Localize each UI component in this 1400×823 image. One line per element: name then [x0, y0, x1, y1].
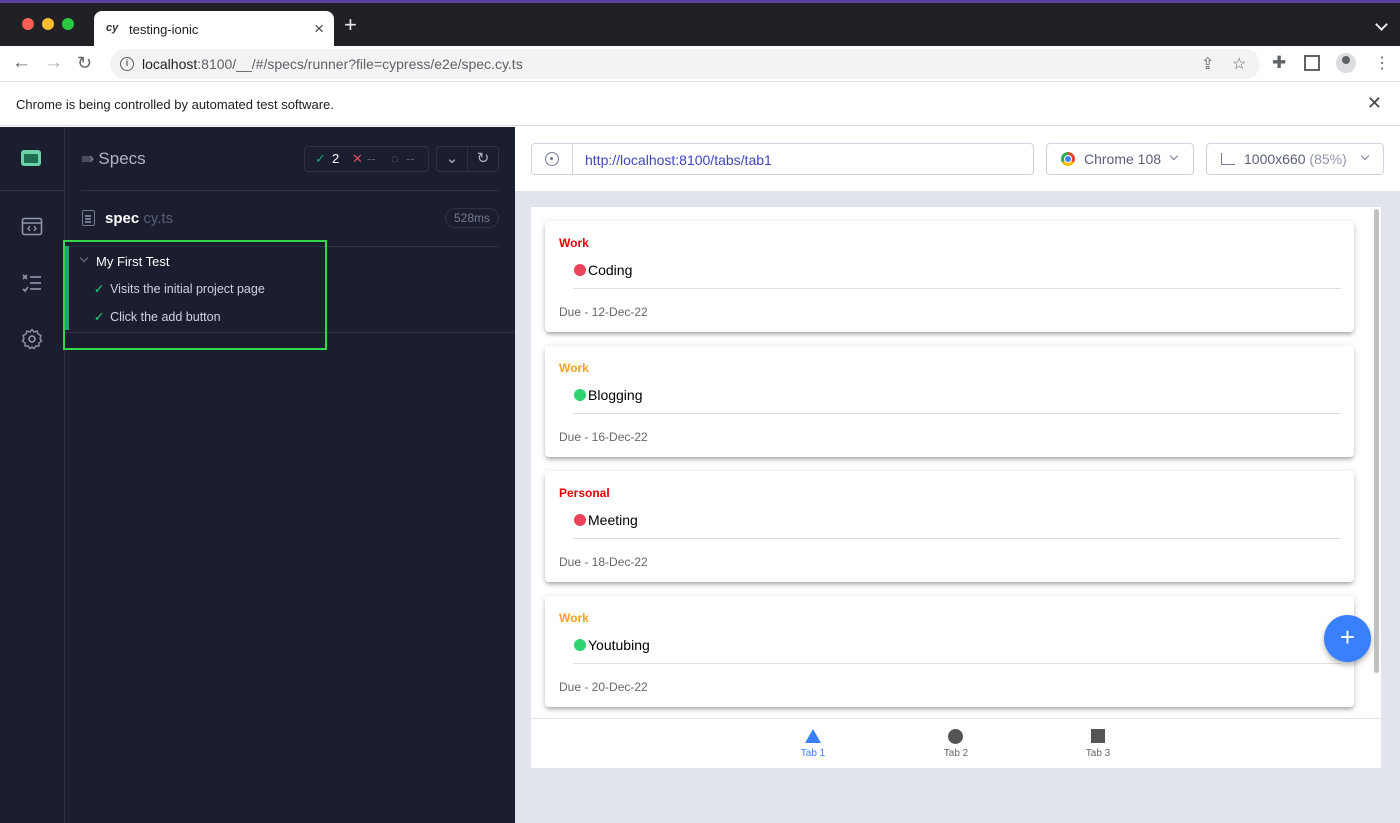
automation-notice: Chrome is being controlled by automated … [16, 97, 334, 112]
tab-3[interactable]: Tab 3 [1058, 719, 1138, 768]
task-item[interactable]: Youtubing [573, 636, 1341, 664]
address-bar-url[interactable]: localhost:8100/__/#/specs/runner?file=cy… [142, 56, 523, 72]
command-log-reporter: ⇛ Specs ✓ 2 ✕ -- ◌ -- ⌄ ↻ spec cy.ts 528m… [65, 127, 515, 823]
spec-file-name: spec cy.ts [105, 210, 174, 227]
status-dot-icon [574, 389, 586, 401]
chevron-down-icon [1169, 151, 1179, 161]
tab-search-chevron-icon[interactable] [1375, 18, 1388, 31]
forward-button[interactable]: → [44, 52, 63, 74]
task-category: Work [559, 611, 589, 625]
cypress-favicon-icon: cy [106, 22, 119, 34]
new-tab-button[interactable]: + [344, 14, 357, 36]
pending-count: -- [406, 151, 415, 166]
add-task-fab-button[interactable]: + [1324, 615, 1371, 662]
window-close-button[interactable] [22, 18, 34, 30]
viewport-size-dropdown[interactable]: 1000x660 (85%) [1206, 143, 1384, 175]
task-card[interactable]: Personal Meeting Due - 18-Dec-22 [545, 471, 1354, 582]
task-card[interactable]: Work Blogging Due - 16-Dec-22 [545, 346, 1354, 457]
task-title: Coding [588, 262, 633, 278]
task-card[interactable]: Work Coding Due - 12-Dec-22 [545, 221, 1354, 332]
task-category: Personal [559, 486, 610, 500]
cypress-project-icon[interactable] [21, 150, 41, 166]
window-minimize-button[interactable] [42, 18, 54, 30]
task-item[interactable]: Coding [573, 261, 1341, 289]
app-viewport: Work Coding Due - 12-Dec-22 Work Bloggin… [531, 207, 1381, 768]
ruler-icon [1221, 153, 1235, 165]
browser-tab[interactable]: cy testing-ionic × [94, 11, 334, 49]
status-dot-icon [574, 514, 586, 526]
tab-1[interactable]: Tab 1 [773, 719, 853, 768]
browser-tab-strip: cy testing-ionic × + [0, 0, 1400, 49]
spec-file-icon [82, 210, 95, 226]
task-category: Work [559, 361, 589, 375]
info-icon[interactable]: i [120, 57, 134, 71]
infobar-close-icon[interactable]: ✕ [1367, 93, 1382, 114]
automation-infobar: Chrome is being controlled by automated … [0, 82, 1400, 126]
tab-2[interactable]: Tab 2 [916, 719, 996, 768]
chrome-logo-icon [1061, 152, 1075, 166]
task-card[interactable]: Work Youtubing Due - 20-Dec-22 [545, 596, 1354, 707]
task-item[interactable]: Meeting [573, 511, 1341, 539]
reload-button[interactable]: ↻ [77, 52, 92, 74]
task-due-date: Due - 16-Dec-22 [559, 430, 648, 444]
spec-file-row: spec cy.ts 528ms [81, 208, 499, 230]
profile-avatar-icon[interactable] [1336, 53, 1356, 73]
failed-count: -- [367, 151, 376, 166]
share-icon[interactable]: ⇪ [1201, 54, 1214, 74]
aut-url[interactable]: http://localhost:8100/tabs/tab1 [585, 152, 772, 168]
chevron-down-icon [1360, 151, 1370, 161]
passed-check-icon: ✓ [315, 151, 326, 166]
nav-divider [0, 190, 65, 191]
task-item[interactable]: Blogging [573, 386, 1341, 414]
specs-header[interactable]: ⇛ Specs [81, 149, 146, 169]
crosshair-icon [545, 152, 559, 166]
browser-tab-title: testing-ionic [129, 22, 199, 37]
task-due-date: Due - 20-Dec-22 [559, 680, 648, 694]
collapse-toggle-button[interactable]: ⌄ [436, 146, 468, 172]
pending-spinner-icon: ◌ [391, 151, 399, 166]
status-dot-icon [574, 639, 586, 651]
rerun-button[interactable]: ↻ [467, 146, 499, 172]
back-button[interactable]: ← [12, 52, 31, 74]
specs-list-icon: ⇛ [81, 151, 95, 168]
chrome-menu-icon[interactable]: ⋮ [1374, 53, 1390, 73]
task-title: Youtubing [588, 637, 650, 653]
spec-duration-badge: 528ms [444, 208, 499, 228]
specs-browser-icon[interactable] [21, 216, 43, 238]
address-bar[interactable]: i localhost:8100/__/#/specs/runner?file=… [110, 49, 1260, 79]
extensions-puzzle-icon[interactable]: ✚ [1272, 53, 1286, 73]
test-stats: ✓ 2 ✕ -- ◌ -- [304, 146, 429, 172]
aut-url-bar: http://localhost:8100/tabs/tab1 [531, 143, 1034, 175]
task-title: Blogging [588, 387, 643, 403]
window-zoom-button[interactable] [62, 18, 74, 30]
app-scrollbar[interactable] [1374, 209, 1379, 673]
runs-list-icon[interactable] [21, 272, 43, 294]
browser-select-dropdown[interactable]: Chrome 108 [1046, 143, 1194, 175]
task-due-date: Due - 12-Dec-22 [559, 305, 648, 319]
triangle-icon [805, 729, 821, 743]
cypress-nav-sidebar [0, 127, 65, 823]
task-title: Meeting [588, 512, 638, 528]
element-highlight-box [63, 240, 327, 350]
ellipse-icon [948, 729, 963, 744]
failed-x-icon: ✕ [352, 151, 363, 166]
aut-header: http://localhost:8100/tabs/tab1 Chrome 1… [515, 127, 1400, 191]
close-tab-icon[interactable]: × [314, 19, 324, 39]
status-dot-icon [574, 264, 586, 276]
selector-playground-button[interactable] [532, 144, 573, 174]
task-due-date: Due - 18-Dec-22 [559, 555, 648, 569]
settings-gear-icon[interactable] [21, 328, 43, 350]
side-panel-icon[interactable] [1304, 55, 1320, 71]
task-category: Work [559, 236, 589, 250]
passed-count: 2 [332, 151, 340, 166]
square-icon [1091, 729, 1105, 743]
app-tab-bar: Tab 1 Tab 2 Tab 3 [531, 718, 1381, 768]
bookmark-star-icon[interactable]: ☆ [1232, 54, 1246, 74]
reporter-divider [81, 190, 499, 191]
browser-toolbar: ← → ↻ i localhost:8100/__/#/specs/runner… [0, 46, 1400, 82]
